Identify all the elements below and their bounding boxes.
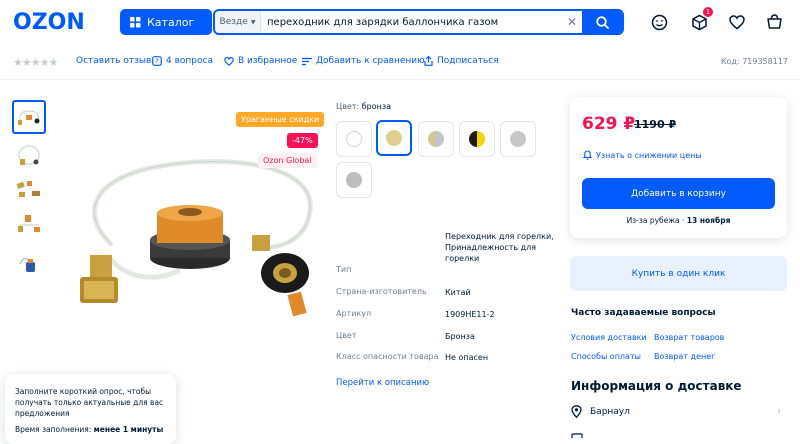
search-input[interactable] bbox=[261, 11, 562, 33]
svg-text:?: ? bbox=[155, 58, 159, 66]
faq-link-refund[interactable]: Возврат денег bbox=[654, 352, 715, 361]
color-swatch-multi[interactable] bbox=[418, 121, 454, 157]
add-to-compare-link[interactable]: Добавить к сравнению bbox=[302, 56, 425, 66]
orders-badge: 1 bbox=[703, 7, 713, 17]
favorites-heart-icon[interactable] bbox=[726, 11, 748, 33]
color-swatch-gray[interactable] bbox=[500, 121, 536, 157]
catalog-icon bbox=[130, 16, 141, 27]
product-code: Код: 719358117 bbox=[720, 57, 788, 66]
go-to-description-link[interactable]: Перейти к описанию bbox=[336, 378, 429, 388]
spec-value: Переходник для горелки, Принадлежность д… bbox=[445, 232, 554, 263]
search-icon bbox=[595, 15, 609, 29]
share-icon bbox=[424, 56, 433, 66]
cart-icon[interactable] bbox=[763, 11, 785, 33]
swatch-dot bbox=[386, 130, 402, 146]
swatch-dot bbox=[469, 131, 485, 147]
catalog-button[interactable]: Каталог bbox=[120, 9, 212, 35]
thumbnail-3[interactable] bbox=[12, 173, 46, 207]
delivery-note: Из-за рубежа · 13 ноября bbox=[570, 216, 787, 225]
survey-time-prefix: Время заполнения: bbox=[15, 425, 92, 434]
delivery-date: 13 ноября bbox=[686, 216, 731, 225]
search-scope-select[interactable]: Везде ▼ bbox=[215, 11, 261, 33]
old-price: 1190 ₽ bbox=[634, 118, 677, 131]
faq-link-returns[interactable]: Возврат товаров bbox=[654, 333, 724, 342]
questions-label: 4 вопроса bbox=[166, 56, 213, 66]
price-drop-notify-link[interactable]: Узнать о снижении цены bbox=[583, 150, 702, 160]
heart-icon bbox=[224, 56, 234, 66]
faq-link-payment[interactable]: Способы оплаты bbox=[571, 352, 641, 361]
delivery-prefix: Из-за рубежа · bbox=[626, 216, 685, 225]
chevron-down-icon: ▼ bbox=[250, 18, 256, 26]
thumbnail-5[interactable] bbox=[12, 248, 46, 282]
thumbnail-4[interactable] bbox=[12, 208, 46, 242]
survey-time-value: менее 1 минуты bbox=[93, 425, 164, 434]
spec-key: Цвет bbox=[336, 331, 357, 340]
color-swatch-silver[interactable] bbox=[336, 162, 372, 198]
swatch-dot bbox=[428, 131, 444, 147]
product-actions: ★★★★★ Оставить отзыв ? 4 вопроса В избра… bbox=[0, 52, 800, 72]
compare-label: Добавить к сравнению bbox=[316, 56, 425, 66]
ozon-logo[interactable]: OZON bbox=[13, 10, 85, 35]
swatch-dot bbox=[510, 131, 526, 147]
question-icon: ? bbox=[152, 56, 162, 66]
faq-link-delivery[interactable]: Условия доставки bbox=[571, 333, 647, 342]
survey-text: Заполните короткий опрос, чтобы получать… bbox=[15, 387, 164, 418]
spec-key: Страна-изготовитель bbox=[336, 287, 427, 296]
city-selector[interactable]: Барнаул › bbox=[571, 405, 781, 418]
profile-icon[interactable] bbox=[648, 11, 670, 33]
price: 629 ₽ bbox=[582, 114, 636, 134]
spec-value: Китай bbox=[445, 288, 471, 297]
swatch-dot bbox=[346, 131, 362, 147]
header: OZON Каталог Везде ▼ ✕ 1 bbox=[0, 0, 800, 44]
color-swatch-black-yellow[interactable] bbox=[459, 121, 495, 157]
thumbnail-2[interactable] bbox=[12, 139, 46, 173]
spec-key: Класс опасности товара bbox=[336, 352, 439, 361]
sale-badge: Ураганные скидки bbox=[236, 112, 325, 127]
bell-icon bbox=[583, 150, 592, 160]
delivery-info-title: Информация о доставке bbox=[571, 379, 742, 393]
rating-stars: ★★★★★ bbox=[13, 56, 58, 69]
search-bar: Везде ▼ ✕ bbox=[213, 9, 624, 35]
divider bbox=[0, 79, 800, 80]
location-pin-icon bbox=[571, 405, 582, 418]
buy-one-click-button[interactable]: Купить в один клик bbox=[570, 256, 787, 291]
add-to-cart-button[interactable]: Добавить в корзину bbox=[582, 178, 775, 209]
questions-link[interactable]: ? 4 вопроса bbox=[152, 56, 213, 66]
catalog-label: Каталог bbox=[147, 15, 195, 29]
color-swatch-bronze[interactable] bbox=[376, 120, 412, 156]
add-to-favorites-link[interactable]: В избранное bbox=[224, 56, 297, 66]
color-label-prefix: Цвет: bbox=[336, 102, 360, 111]
box-icon bbox=[571, 430, 583, 438]
swatch-dot bbox=[346, 172, 362, 188]
subscribe-link[interactable]: Подписаться bbox=[424, 56, 499, 66]
spec-value: Бронза bbox=[445, 332, 475, 341]
color-swatch-white[interactable] bbox=[336, 121, 372, 157]
color-label-value: бронза bbox=[361, 102, 392, 111]
favorites-label: В избранное bbox=[238, 56, 298, 66]
search-button[interactable] bbox=[582, 11, 622, 33]
faq-title: Часто задаваемые вопросы bbox=[571, 308, 716, 318]
subscribe-label: Подписаться bbox=[437, 56, 499, 66]
spec-value: 1909HE11-2 bbox=[445, 310, 495, 319]
product-image[interactable] bbox=[60, 95, 330, 330]
city-name: Барнаул bbox=[590, 406, 630, 417]
chevron-right-icon: › bbox=[777, 406, 781, 417]
search-scope-label: Везде bbox=[219, 17, 248, 27]
buy-card: 629 ₽ 1190 ₽ Узнать о снижении цены Доба… bbox=[570, 97, 787, 238]
discount-badge: -47% bbox=[287, 133, 318, 148]
spec-key: Тип bbox=[336, 265, 352, 274]
spec-key: Артикул bbox=[336, 309, 372, 318]
compare-icon bbox=[302, 57, 312, 65]
color-label: Цвет: бронза bbox=[336, 102, 391, 111]
notify-label: Узнать о снижении цены bbox=[596, 150, 702, 160]
leave-review-link[interactable]: Оставить отзыв bbox=[76, 56, 151, 66]
clear-icon[interactable]: ✕ bbox=[562, 11, 582, 33]
survey-time: Время заполнения: менее 1 минуты bbox=[15, 424, 166, 435]
ozon-global-badge: Ozon Global bbox=[258, 153, 317, 168]
spec-value: Не опасен bbox=[445, 353, 489, 362]
survey-popup[interactable]: Заполните короткий опрос, чтобы получать… bbox=[5, 374, 176, 444]
orders-icon[interactable]: 1 bbox=[688, 7, 713, 33]
thumbnail-1[interactable] bbox=[12, 100, 46, 134]
